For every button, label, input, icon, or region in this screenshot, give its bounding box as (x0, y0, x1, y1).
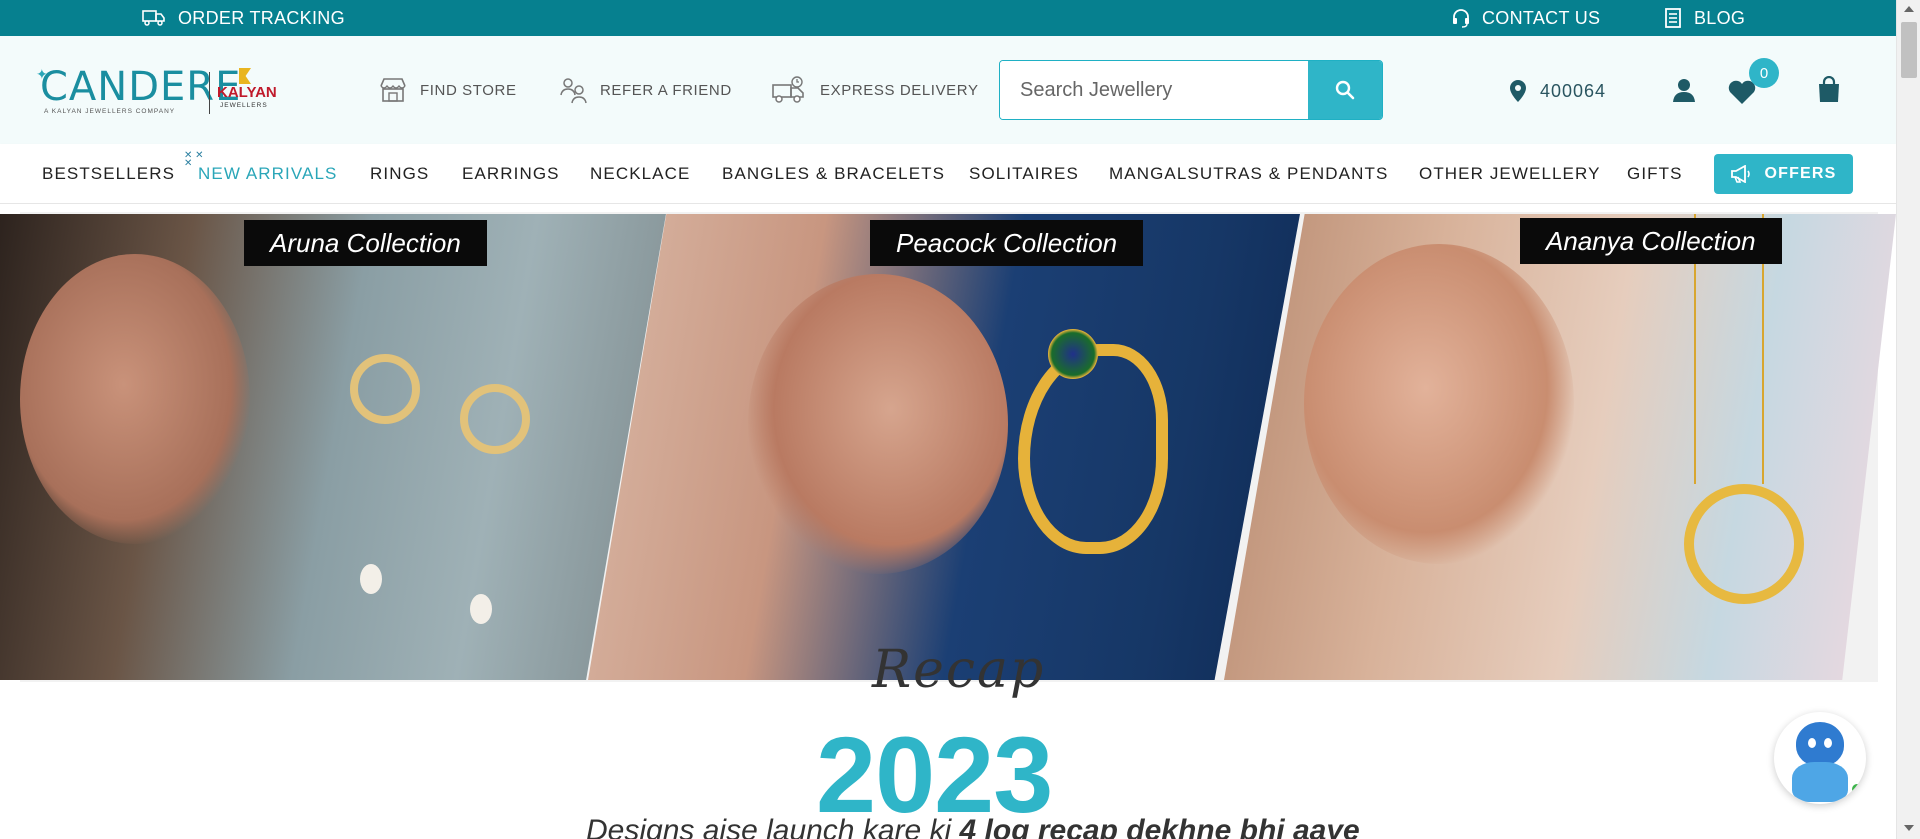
offers-button[interactable]: OFFERS (1714, 154, 1853, 194)
heart-icon (1728, 80, 1756, 104)
recap-script-title: Recap (872, 640, 1046, 700)
user-icon (1673, 79, 1695, 102)
contact-us-label: CONTACT US (1482, 7, 1601, 28)
logo-divider (209, 72, 210, 114)
chatbot-button[interactable] (1774, 712, 1866, 804)
express-delivery-link[interactable]: EXPRESS DELIVERY (770, 72, 979, 108)
hero-banner[interactable]: Aruna Collection Peacock Collection Anan… (0, 204, 1896, 690)
headset-icon (1453, 9, 1469, 28)
truck-icon (142, 10, 165, 26)
online-status-dot (1852, 784, 1862, 794)
earring-top (460, 384, 530, 454)
megaphone-icon (1731, 165, 1751, 183)
earring-top (350, 354, 420, 424)
top-bar: ORDER TRACKING CONTACT US BLOG (0, 0, 1896, 36)
main-navigation: BESTSELLERS ✕ ✕ ✕ NEW ARRIVALS RINGS EARR… (0, 144, 1896, 204)
scroll-down-arrow-icon[interactable] (1904, 825, 1914, 831)
pearl-drop (470, 594, 492, 624)
store-icon (380, 78, 406, 102)
logo-partner-sub: JEWELLERS (220, 102, 268, 109)
search-icon (1335, 80, 1355, 100)
flower-pendant (1684, 484, 1804, 604)
offers-label: OFFERS (1764, 165, 1837, 182)
nav-item-mangalsutras-pendants[interactable]: MANGALSUTRAS & PENDANTS (1109, 144, 1388, 204)
cart-button[interactable] (1818, 75, 1840, 107)
pincode-selector[interactable]: 400064 (1510, 76, 1606, 106)
delivery-truck-icon (772, 76, 804, 103)
order-tracking-link[interactable]: ORDER TRACKING (142, 0, 345, 36)
scrollbar-thumb[interactable] (1901, 22, 1917, 78)
logo-brand-text: CANDERE (40, 64, 242, 110)
location-pin-icon (1510, 80, 1526, 102)
candere-logo[interactable]: ✦ CANDERE A KALYAN JEWELLERS COMPANY KAL… (36, 64, 286, 120)
model-face (20, 254, 250, 544)
aruna-collection-image[interactable] (0, 214, 666, 680)
account-button[interactable] (1673, 78, 1695, 107)
chatbot-icon (1796, 722, 1844, 766)
nav-item-solitaires[interactable]: SOLITAIRES (969, 144, 1079, 204)
ananya-collection-image[interactable] (1224, 214, 1896, 680)
peacock-collection-image[interactable] (588, 214, 1300, 680)
nav-item-necklace[interactable]: NECKLACE (590, 144, 690, 204)
logo-tagline: A KALYAN JEWELLERS COMPANY (44, 108, 176, 115)
nav-item-gifts[interactable]: GIFTS (1627, 144, 1683, 204)
refer-friend-label: REFER A FRIEND (600, 81, 732, 99)
collection-label: Ananya Collection (1520, 218, 1782, 264)
pincode-value: 400064 (1540, 80, 1607, 101)
main-header: ✦ CANDERE A KALYAN JEWELLERS COMPANY KAL… (0, 36, 1896, 144)
refer-friend-link[interactable]: REFER A FRIEND (558, 72, 732, 108)
pearl-drop (360, 564, 382, 594)
page-scrollbar[interactable] (1896, 0, 1920, 839)
recap-subtitle: Designs aise launch kare ki 4 log recap … (586, 814, 1360, 839)
wishlist-count-badge: 0 (1749, 58, 1779, 88)
document-icon (1665, 8, 1681, 28)
shopping-bag-icon (1819, 75, 1839, 102)
search-button[interactable] (1308, 61, 1382, 119)
search-box (999, 60, 1383, 120)
nav-item-rings[interactable]: RINGS (370, 144, 429, 204)
chatbot-eye (1824, 738, 1832, 748)
logo-partner-text: KALYAN (217, 84, 277, 101)
wishlist-button[interactable] (1728, 80, 1756, 109)
collection-label: Peacock Collection (870, 220, 1144, 266)
model-face (1304, 244, 1574, 564)
nav-item-new-arrivals[interactable]: NEW ARRIVALS (198, 144, 337, 204)
recap-subtitle-regular: Designs aise launch kare ki (586, 814, 960, 839)
nav-item-earrings[interactable]: EARRINGS (462, 144, 560, 204)
ring-gem (1048, 329, 1098, 379)
nav-item-other-jewellery[interactable]: OTHER JEWELLERY (1419, 144, 1601, 204)
nav-item-bestsellers[interactable]: BESTSELLERS (42, 144, 175, 204)
kalyan-mark-icon (239, 68, 251, 84)
blog-link[interactable]: BLOG (1664, 0, 1745, 36)
find-store-label: FIND STORE (420, 81, 517, 99)
search-input[interactable] (1000, 61, 1308, 119)
chatbot-body (1792, 762, 1848, 802)
recap-subtitle-bold: 4 log recap dekhne bhi aaye (959, 814, 1360, 839)
find-store-link[interactable]: FIND STORE (378, 72, 517, 108)
model-face (748, 274, 1008, 574)
nav-item-bangles-bracelets[interactable]: BANGLES & BRACELETS (722, 144, 945, 204)
chatbot-eye (1808, 738, 1816, 748)
peacock-ring (1018, 344, 1168, 554)
blog-label: BLOG (1694, 7, 1746, 28)
order-tracking-label: ORDER TRACKING (178, 7, 345, 28)
scroll-up-arrow-icon[interactable] (1904, 6, 1914, 12)
contact-us-link[interactable]: CONTACT US (1452, 0, 1600, 36)
collection-label: Aruna Collection (244, 220, 487, 266)
express-delivery-label: EXPRESS DELIVERY (820, 81, 979, 99)
users-icon (560, 78, 587, 104)
